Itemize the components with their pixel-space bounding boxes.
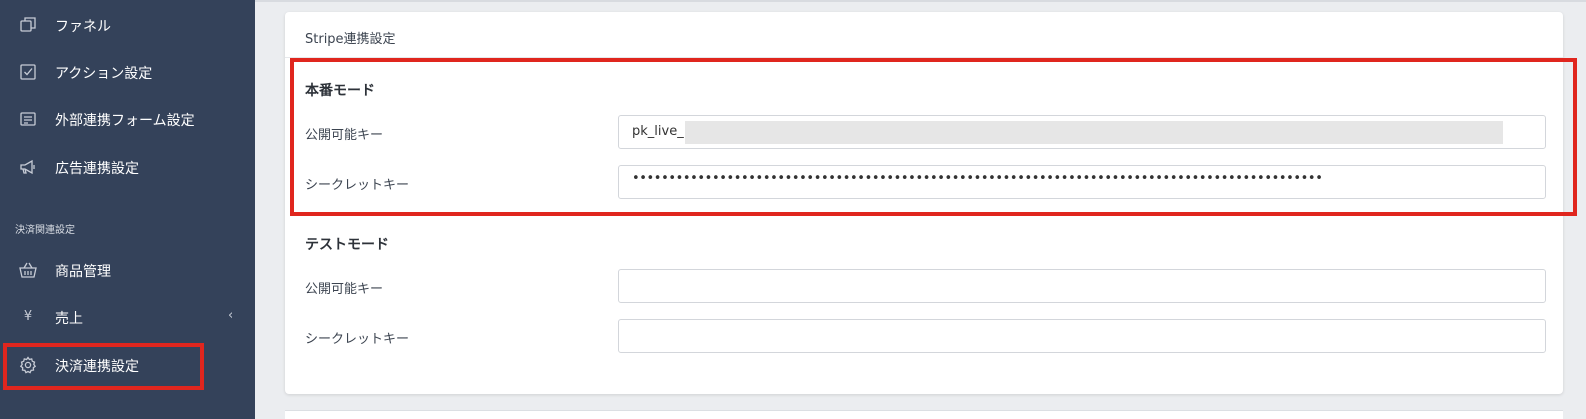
test-mode-title: テストモード — [305, 237, 389, 253]
test-secret-key-label: シークレットキー — [305, 332, 410, 347]
sidebar-item-label: 外部連携フォーム設定 — [55, 113, 195, 129]
live-secret-key-value: ••••••••••••••••••••••••••••••••••••••••… — [632, 171, 1322, 186]
sidebar-item-label: アクション設定 — [55, 66, 153, 82]
sidebar-item-label: 売上 — [55, 311, 83, 327]
sidebar-item-label: ファネル — [55, 19, 111, 35]
sidebar-item-label: 決済連携設定 — [55, 359, 139, 375]
checkbox-icon — [18, 62, 38, 82]
sidebar-section-label: 決済関連設定 — [15, 225, 75, 236]
gear-icon — [18, 355, 38, 375]
sidebar-item-label: 商品管理 — [55, 264, 111, 280]
live-publishable-key-value: pk_live_ — [632, 124, 684, 139]
test-secret-key-input[interactable] — [618, 319, 1546, 353]
sidebar-item-external-form-settings[interactable]: 外部連携フォーム設定 — [0, 98, 255, 140]
chevron-left-icon[interactable]: ‹ — [228, 308, 233, 323]
test-publishable-key-label: 公開可能キー — [305, 282, 384, 297]
copy-icon — [18, 15, 38, 35]
yen-icon: ¥ — [23, 309, 33, 324]
basket-icon — [18, 260, 38, 280]
card-title: Stripe連携設定 — [305, 32, 396, 47]
live-mode-title: 本番モード — [305, 83, 375, 99]
form-icon — [18, 109, 38, 129]
sidebar-item-ad-settings[interactable]: 広告連携設定 — [0, 146, 255, 188]
test-publishable-key-input[interactable] — [618, 269, 1546, 303]
sidebar-item-label: 広告連携設定 — [55, 161, 139, 177]
card-header-divider — [285, 57, 1563, 58]
top-divider — [255, 0, 1586, 2]
next-card-edge — [285, 410, 1563, 419]
sidebar: ファネル アクション設定 外部連携フォーム設定 広告連携設定 決済関連設定 商品… — [0, 0, 255, 419]
sidebar-item-funnel[interactable]: ファネル — [0, 4, 255, 46]
live-publishable-key-label: 公開可能キー — [305, 128, 384, 143]
megaphone-icon — [18, 157, 38, 177]
redaction-mask — [685, 121, 1503, 144]
sidebar-item-sales[interactable]: ¥ 売上 ‹ — [0, 296, 255, 338]
sidebar-item-payment-settings[interactable]: 決済連携設定 — [0, 344, 255, 386]
stripe-settings-card: Stripe連携設定 本番モード 公開可能キー pk_live_ シークレットキ… — [285, 12, 1563, 394]
live-secret-key-label: シークレットキー — [305, 178, 410, 193]
sidebar-item-action-settings[interactable]: アクション設定 — [0, 51, 255, 93]
live-publishable-key-input[interactable]: pk_live_ — [618, 115, 1546, 149]
live-secret-key-input[interactable]: ••••••••••••••••••••••••••••••••••••••••… — [618, 165, 1546, 199]
sidebar-item-product-management[interactable]: 商品管理 — [0, 249, 255, 291]
